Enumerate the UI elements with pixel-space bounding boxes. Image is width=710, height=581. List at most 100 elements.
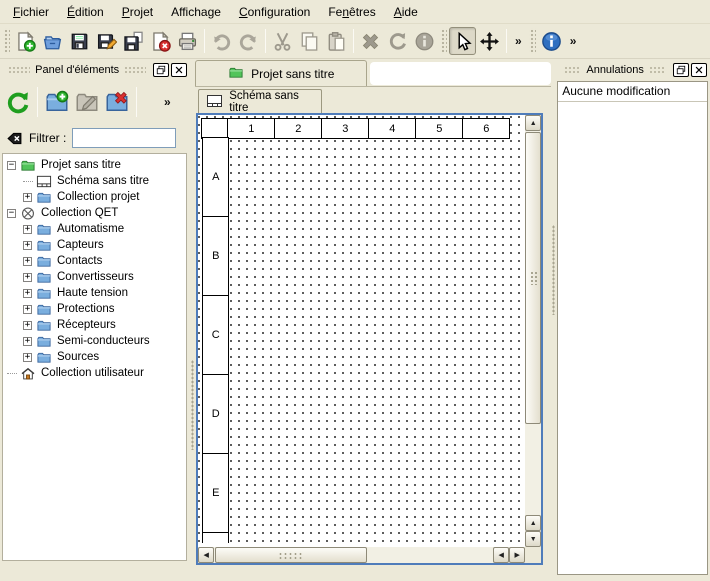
expand-icon[interactable]: + [23,273,32,282]
save-icon [69,31,90,52]
expand-icon[interactable]: + [23,225,32,234]
clear-filter-icon[interactable] [6,130,23,147]
collapse-icon[interactable]: − [7,161,16,170]
tree-item[interactable]: +Protections [3,301,186,317]
tree-item[interactable]: −Collection QET [3,205,186,221]
menu-item[interactable]: Aide [385,2,427,22]
toolbar-overflow-button[interactable]: » [565,34,582,48]
scroll-up-button-2[interactable]: ▲ [525,515,541,531]
save-all-button[interactable] [120,27,147,55]
filter-input[interactable] [72,128,176,148]
thumb-grip [278,552,304,560]
tree-item-label: Collection utilisateur [41,367,144,379]
new-category-button[interactable] [42,86,72,118]
expand-icon[interactable]: + [23,241,32,250]
print-button[interactable] [174,27,201,55]
tree-item-label: Convertisseurs [57,271,134,283]
about-info-button[interactable] [538,27,565,55]
toolbar-drag-handle[interactable] [440,28,447,54]
menu-item[interactable]: Configuration [230,2,319,22]
close-file-button[interactable] [147,27,174,55]
tree-item[interactable]: Schéma sans titre [3,173,186,189]
tree-item[interactable]: +Capteurs [3,237,186,253]
vertical-scroll-thumb[interactable] [525,132,541,424]
save-all-icon [123,31,144,52]
scrollbar-corner [525,547,541,563]
delete-category-button[interactable] [102,86,132,118]
toolbar-drag-handle[interactable] [3,28,10,54]
menu-item[interactable]: Fichier [4,2,58,22]
dock-close-button[interactable] [691,63,707,77]
expand-icon[interactable]: + [23,353,32,362]
new-project-button[interactable] [12,27,39,55]
tree-item[interactable]: +Haute tension [3,285,186,301]
schema-canvas[interactable]: 123456 ABCDE [198,115,525,547]
panel-toolbar-overflow-button[interactable]: » [159,95,176,109]
save-button[interactable] [66,27,93,55]
scroll-up-button[interactable]: ▲ [525,115,541,131]
toolbar-overflow-button[interactable]: » [510,34,527,48]
undo-list[interactable]: Aucune modification [557,81,708,575]
scroll-down-button[interactable]: ▼ [525,531,541,547]
tree-item[interactable]: −Projet sans titre [3,157,186,173]
elements-panel-titlebar[interactable]: Panel d'éléments [0,60,190,80]
dock-title-texture [8,66,30,75]
save-as-button[interactable] [93,27,120,55]
expand-icon[interactable]: + [23,193,32,202]
collapse-icon[interactable]: − [7,209,16,218]
info-gray-icon [414,31,435,52]
menu-item[interactable]: Édition [58,2,113,22]
horizontal-scroll-thumb[interactable] [215,547,367,563]
toolbar-drag-handle[interactable] [529,28,536,54]
tree-item[interactable]: +Collection projet [3,189,186,205]
tree-item[interactable]: Collection utilisateur [3,365,186,381]
reload-collections-button[interactable] [3,86,33,118]
horizontal-scrollbar[interactable]: ◀ ◀ ▶ [198,547,525,563]
close-file-icon [150,31,171,52]
vertical-scrollbar[interactable]: ▲ ▲ ▼ [525,115,541,547]
tree-item[interactable]: +Contacts [3,253,186,269]
tree-item[interactable]: +Semi-conducteurs [3,333,186,349]
expand-icon[interactable]: + [23,321,32,330]
tree-item[interactable]: +Automatisme [3,221,186,237]
schema-view[interactable]: 123456 ABCDE ▲ ▲ ▼ ◀ ◀ ▶ [196,113,543,565]
expand-icon[interactable]: + [23,337,32,346]
scroll-left-button[interactable]: ◀ [198,547,214,563]
pan-mode-button[interactable] [476,27,503,55]
expand-icon[interactable]: + [23,289,32,298]
expand-icon[interactable]: + [23,257,32,266]
dock-float-button[interactable] [153,63,169,77]
scroll-track[interactable] [525,424,541,515]
right-splitter[interactable] [551,60,556,581]
open-project-button[interactable] [39,27,66,55]
menu-item[interactable]: Projet [113,2,162,22]
expand-icon[interactable]: + [23,305,32,314]
ruler-column-cell: 1 [227,118,275,139]
refresh-icon [6,90,30,114]
undo-list-item[interactable]: Aucune modification [558,82,707,102]
filter-bar: Filtrer : [0,124,190,152]
tree-item[interactable]: +Sources [3,349,186,365]
cut-icon [272,31,293,52]
menu-item[interactable]: Affichage [162,2,230,22]
scroll-right-button[interactable]: ▶ [509,547,525,563]
tree-item[interactable]: +Récepteurs [3,317,186,333]
tab-schema[interactable]: Schéma sans titre [198,89,322,114]
dock-title-texture [649,66,666,75]
ruler-row-cell: E [202,453,229,533]
scroll-left-button-2[interactable]: ◀ [493,547,509,563]
menu-item[interactable]: Fenêtres [319,2,384,22]
selection-mode-button[interactable] [449,27,476,55]
toolbar-separator [506,29,507,53]
undo-button [208,27,235,55]
tree-item[interactable]: + Convertisseurs [3,269,186,285]
tab-project[interactable]: Projet sans titre [195,60,367,86]
toolbar-separator [37,87,38,117]
dock-close-button[interactable] [171,63,187,77]
edit-folder-icon [75,90,99,114]
blue-folder-icon [36,254,52,269]
undo-dock-titlebar[interactable]: Annulations [556,60,710,80]
scroll-track[interactable] [367,547,493,563]
dock-float-button[interactable] [673,63,689,77]
tree-item-label: Schéma sans titre [57,175,149,187]
